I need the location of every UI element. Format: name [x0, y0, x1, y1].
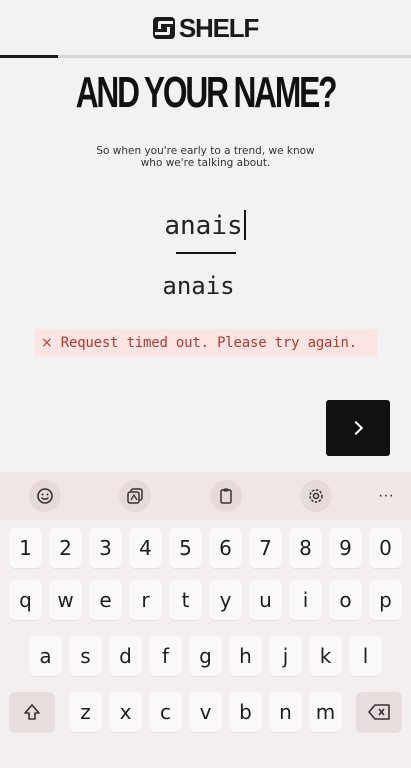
- key-4[interactable]: 4: [129, 528, 162, 568]
- progress-bar: [0, 55, 411, 58]
- key-5[interactable]: 5: [169, 528, 202, 568]
- error-message: Request timed out. Please try again.: [60, 335, 357, 351]
- key-o[interactable]: o: [329, 580, 362, 620]
- on-screen-keyboard: ··· 1234567890 qwertyuiop asdfghjkl zxcv…: [0, 472, 411, 768]
- error-banner: × Request timed out. Please try again.: [35, 329, 377, 357]
- key-u[interactable]: u: [249, 580, 282, 620]
- backspace-icon[interactable]: [356, 692, 402, 732]
- keyboard-toolbar: ···: [0, 472, 411, 520]
- key-8[interactable]: 8: [289, 528, 322, 568]
- key-l[interactable]: l: [349, 636, 382, 676]
- subtitle-line-2: who we're talking about.: [140, 157, 271, 169]
- key-z[interactable]: z: [69, 692, 102, 732]
- text-caret: [243, 210, 246, 240]
- key-b[interactable]: b: [229, 692, 262, 732]
- page-title: AND YOUR NAME?: [75, 68, 338, 117]
- key-7[interactable]: 7: [249, 528, 282, 568]
- key-a[interactable]: a: [29, 636, 62, 676]
- progress-fill: [0, 55, 58, 58]
- shift-icon[interactable]: [9, 692, 55, 732]
- key-r[interactable]: r: [129, 580, 162, 620]
- app-header: SHELF: [0, 0, 411, 56]
- sticker-icon[interactable]: [119, 480, 151, 512]
- key-2[interactable]: 2: [49, 528, 82, 568]
- key-6[interactable]: 6: [209, 528, 242, 568]
- key-3[interactable]: 3: [89, 528, 122, 568]
- key-h[interactable]: h: [229, 636, 262, 676]
- name-input-value[interactable]: anais: [164, 211, 242, 241]
- subtitle: So when you're early to a trend, we know…: [90, 145, 321, 169]
- key-e[interactable]: e: [89, 580, 122, 620]
- key-n[interactable]: n: [269, 692, 302, 732]
- key-v[interactable]: v: [189, 692, 222, 732]
- clipboard-icon[interactable]: [210, 480, 242, 512]
- subtitle-line-1: So when you're early to a trend, we know: [96, 145, 315, 157]
- key-j[interactable]: j: [269, 636, 302, 676]
- key-1[interactable]: 1: [9, 528, 42, 568]
- name-input-underline: [176, 252, 236, 254]
- logo-text: SHELF: [178, 12, 259, 43]
- key-f[interactable]: f: [149, 636, 182, 676]
- key-g[interactable]: g: [189, 636, 222, 676]
- key-9[interactable]: 9: [329, 528, 362, 568]
- key-0[interactable]: 0: [369, 528, 402, 568]
- key-q[interactable]: q: [9, 580, 42, 620]
- emoji-icon[interactable]: [29, 480, 61, 512]
- key-t[interactable]: t: [169, 580, 202, 620]
- key-k[interactable]: k: [309, 636, 342, 676]
- key-i[interactable]: i: [289, 580, 322, 620]
- close-icon: ×: [41, 335, 53, 351]
- key-p[interactable]: p: [369, 580, 402, 620]
- key-s[interactable]: s: [69, 636, 102, 676]
- settings-icon[interactable]: [300, 480, 332, 512]
- more-icon[interactable]: ···: [372, 484, 400, 508]
- key-y[interactable]: y: [209, 580, 242, 620]
- name-suggestion[interactable]: anais: [0, 272, 397, 300]
- key-c[interactable]: c: [149, 692, 182, 732]
- shelf-logo: SHELF: [152, 12, 259, 44]
- chevron-right-icon: [348, 420, 364, 436]
- key-w[interactable]: w: [49, 580, 82, 620]
- key-x[interactable]: x: [109, 692, 142, 732]
- key-m[interactable]: m: [309, 692, 342, 732]
- key-d[interactable]: d: [109, 636, 142, 676]
- name-input[interactable]: anais: [150, 210, 260, 241]
- shelf-logo-icon: [152, 17, 175, 39]
- next-button[interactable]: [326, 400, 390, 456]
